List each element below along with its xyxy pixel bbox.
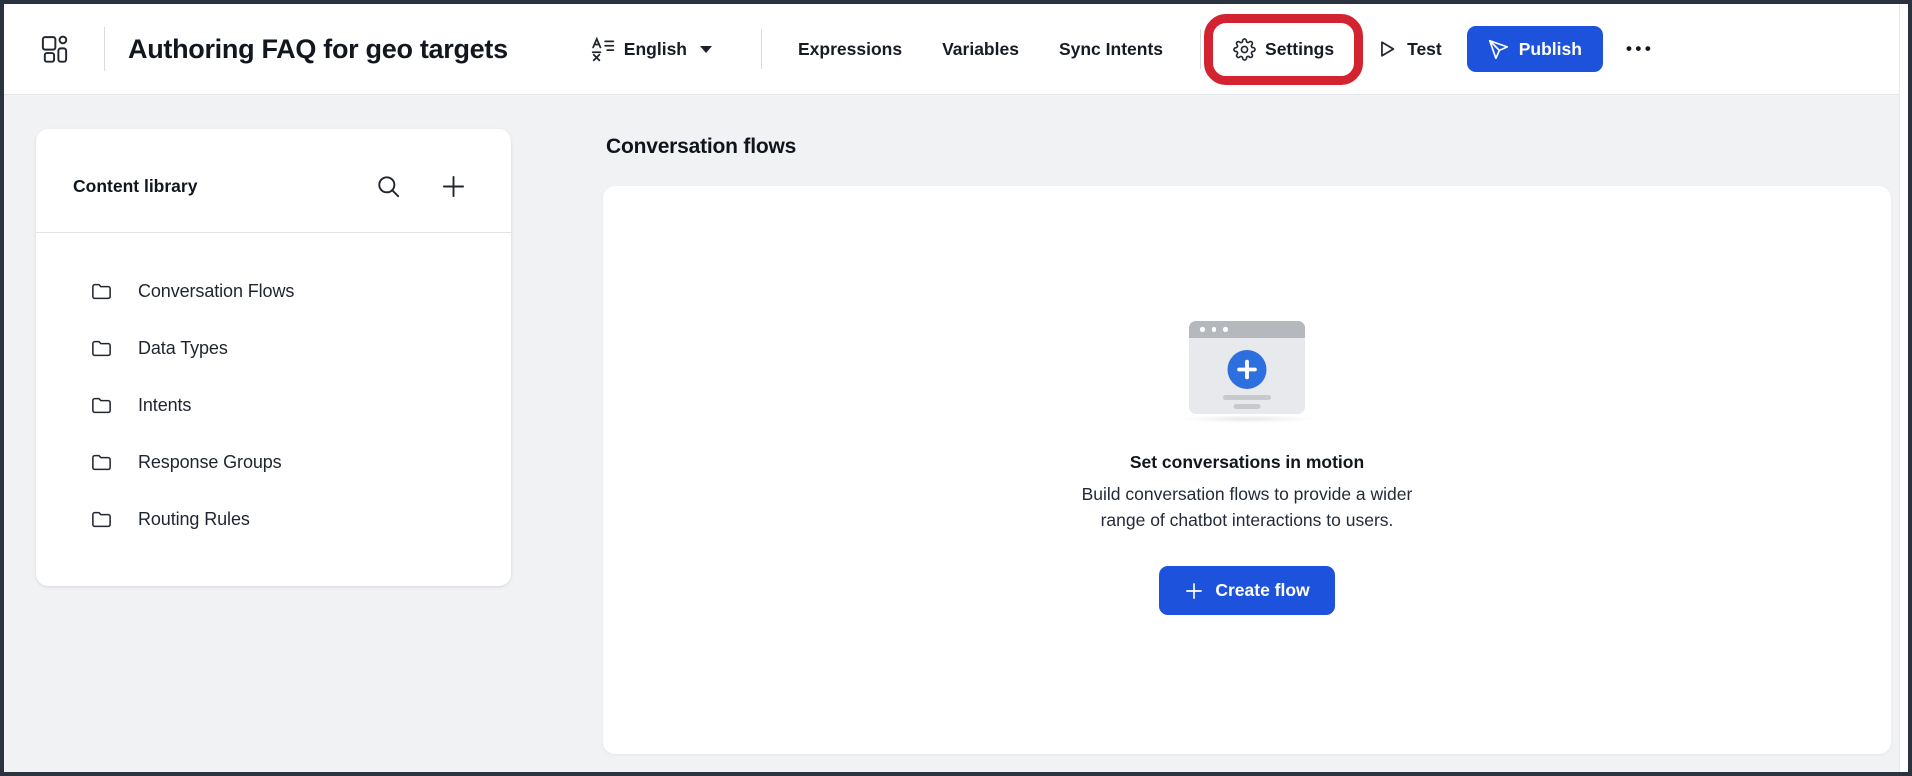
search-icon[interactable] (375, 173, 402, 200)
publish-label: Publish (1519, 39, 1582, 60)
divider (104, 27, 105, 71)
language-selector[interactable]: English (590, 37, 712, 62)
browser-titlebar-graphic (1189, 321, 1305, 338)
more-options-button[interactable]: ••• (1626, 39, 1654, 59)
window-dot (1223, 327, 1228, 332)
header-nav: Expressions Variables Sync Intents (798, 39, 1163, 60)
play-icon (1376, 38, 1398, 60)
apps-grid-icon[interactable] (41, 35, 68, 63)
publish-button[interactable]: Publish (1467, 26, 1603, 72)
page-title: Conversation flows (606, 135, 796, 159)
library-item-label: Response Groups (138, 452, 282, 473)
library-title: Content library (73, 176, 197, 197)
library-item-label: Data Types (138, 338, 228, 359)
app-window: Authoring FAQ for geo targets English (0, 0, 1912, 776)
translate-icon (590, 37, 615, 62)
bot-title: Authoring FAQ for geo targets (128, 34, 508, 65)
folder-icon (90, 280, 113, 303)
create-flow-button[interactable]: Create flow (1159, 566, 1334, 615)
window-dot (1200, 327, 1205, 332)
skeleton-line (1234, 404, 1261, 409)
browser-body-graphic (1189, 338, 1305, 414)
folder-icon (90, 394, 113, 417)
nav-variables[interactable]: Variables (942, 39, 1019, 60)
create-flow-label: Create flow (1215, 580, 1309, 601)
library-list: Conversation Flows Data Types Intents (36, 233, 511, 548)
library-item-routing-rules[interactable]: Routing Rules (36, 491, 511, 548)
browser-window-graphic (1189, 321, 1305, 414)
test-button[interactable]: Test (1376, 38, 1442, 60)
settings-label: Settings (1265, 39, 1334, 60)
library-header: Content library (36, 129, 511, 232)
send-icon (1488, 39, 1509, 60)
folder-icon (90, 337, 113, 360)
divider (1200, 29, 1201, 69)
test-label: Test (1407, 39, 1442, 60)
empty-state-description-line: range of chatbot interactions to users. (1082, 508, 1413, 534)
content-library-panel: Content library (36, 129, 511, 586)
library-item-label: Intents (138, 395, 191, 416)
library-item-data-types[interactable]: Data Types (36, 320, 511, 377)
add-circle-icon (1228, 350, 1267, 389)
illustration-shadow (1180, 415, 1314, 423)
library-item-label: Routing Rules (138, 509, 250, 530)
divider (761, 29, 762, 69)
language-label: English (624, 39, 687, 60)
plus-icon[interactable] (440, 173, 467, 200)
library-item-label: Conversation Flows (138, 281, 294, 302)
empty-state-description: Build conversation flows to provide a wi… (1082, 482, 1413, 533)
empty-state-illustration (1180, 321, 1314, 423)
caret-down-icon (700, 46, 712, 53)
folder-icon (90, 451, 113, 474)
gear-icon (1233, 38, 1256, 61)
library-item-intents[interactable]: Intents (36, 377, 511, 434)
nav-sync-intents[interactable]: Sync Intents (1059, 39, 1163, 60)
nav-expressions[interactable]: Expressions (798, 39, 902, 60)
flows-card: Set conversations in motion Build conver… (603, 186, 1891, 754)
library-item-conversation-flows[interactable]: Conversation Flows (36, 263, 511, 320)
folder-icon (90, 508, 113, 531)
library-item-response-groups[interactable]: Response Groups (36, 434, 511, 491)
top-bar: Authoring FAQ for geo targets English (4, 4, 1899, 95)
empty-state-description-line: Build conversation flows to provide a wi… (1082, 482, 1413, 508)
skeleton-line (1223, 395, 1271, 400)
plus-icon (1184, 581, 1204, 601)
settings-button[interactable]: Settings (1233, 38, 1334, 61)
empty-state-title: Set conversations in motion (1130, 452, 1364, 473)
scrollbar-track[interactable] (1899, 4, 1908, 772)
window-dot (1212, 327, 1217, 332)
